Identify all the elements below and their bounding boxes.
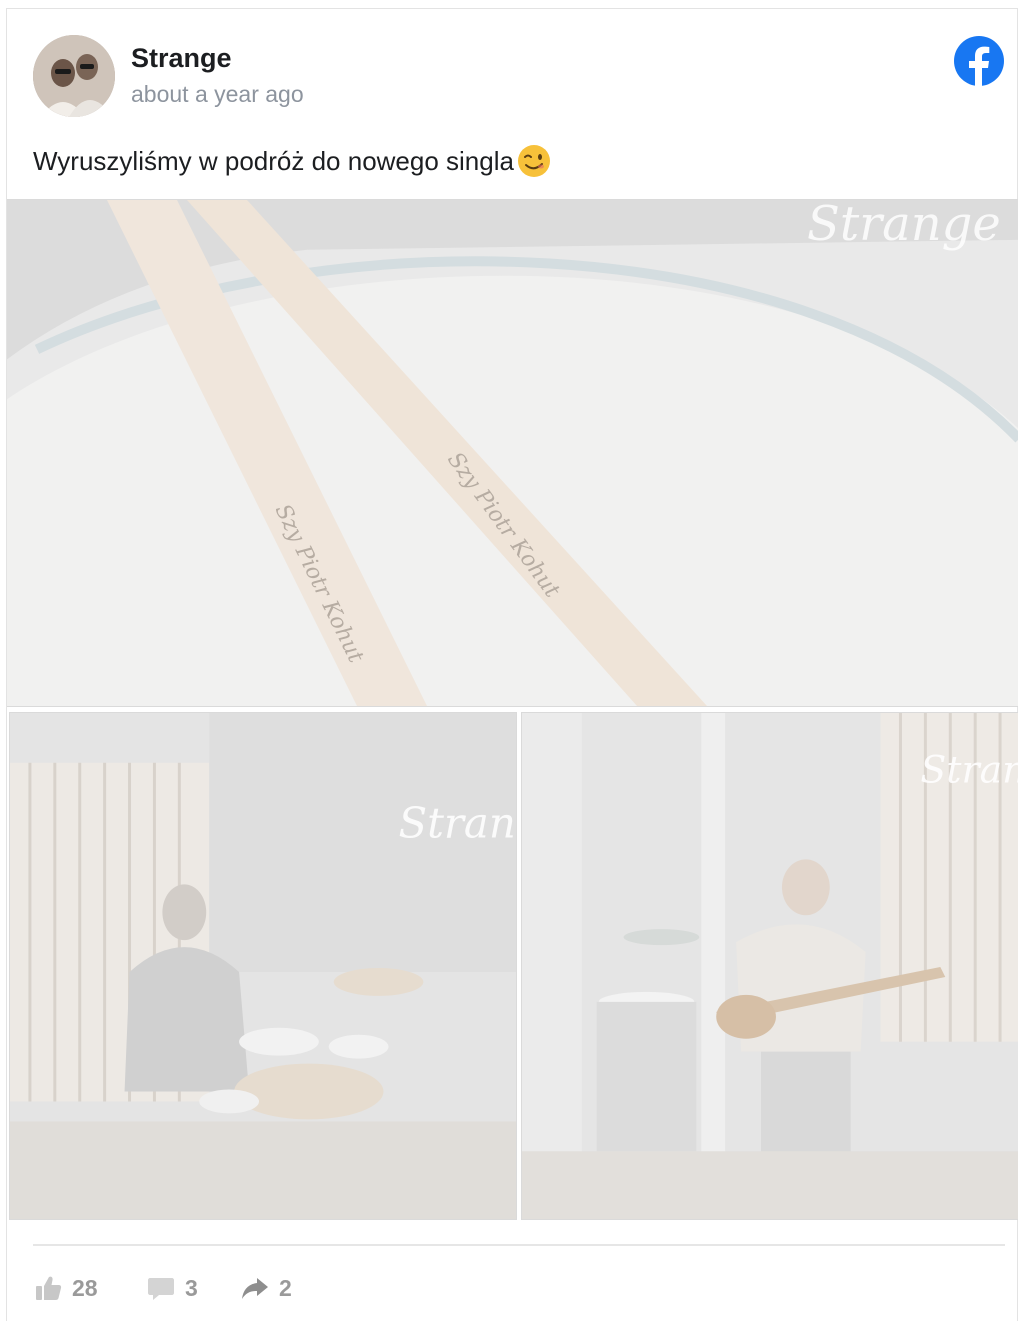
author-name[interactable]: Strange (131, 43, 232, 74)
comment-icon (148, 1278, 174, 1300)
comment-count-value: 3 (185, 1274, 198, 1301)
facebook-post-card: Strange about a year ago Wyruszyliśmy w … (6, 8, 1018, 1321)
share-count-value: 2 (279, 1274, 292, 1301)
share-arrow-icon (242, 1278, 268, 1299)
avatar[interactable] (33, 35, 115, 117)
thumbs-up-icon (36, 1276, 62, 1300)
photo-watermark: Strange (920, 748, 1018, 792)
like-count-value: 28 (72, 1274, 98, 1301)
winking-face-icon (517, 145, 550, 177)
post-photo-drumsticks[interactable]: Strange Szy Piotr Kohut Szy Piotr Kohut (7, 199, 1018, 707)
share-count[interactable]: 2 (241, 1273, 292, 1303)
photo-watermark: Strange (807, 200, 1001, 252)
post-photo-drummer[interactable]: Strange (9, 712, 517, 1220)
photo-watermark: Strange (398, 799, 516, 848)
post-text-content: Wyruszyliśmy w podróż do nowego singla (33, 145, 514, 176)
stats-divider (33, 1244, 1005, 1246)
like-count[interactable]: 28 (34, 1273, 98, 1303)
facebook-icon[interactable] (953, 35, 1005, 87)
post-text: Wyruszyliśmy w podróż do nowego singla (33, 143, 552, 179)
comment-count[interactable]: 3 (147, 1273, 198, 1303)
post-photo-bassist[interactable]: Strange (521, 712, 1018, 1220)
post-timestamp[interactable]: about a year ago (131, 81, 304, 108)
